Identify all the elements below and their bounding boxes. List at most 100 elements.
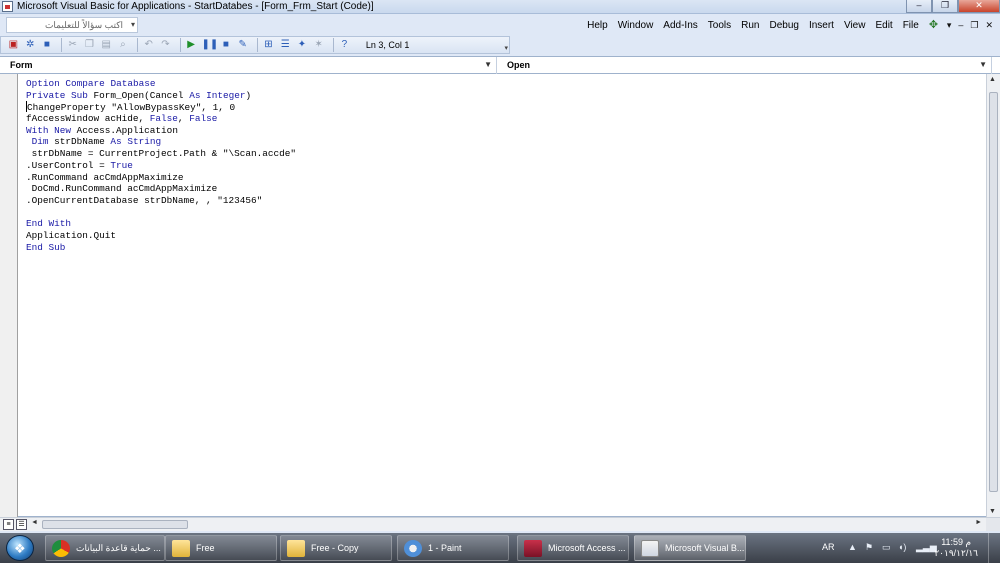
menu-edit[interactable]: Edit (875, 20, 892, 31)
minimize-button[interactable]: – (906, 0, 932, 13)
menu-window[interactable]: Window (618, 20, 654, 31)
task-label: 1 - Paint (428, 543, 462, 553)
menu-help[interactable]: Help (587, 20, 608, 31)
horizontal-scrollbar[interactable]: ≡ ☰ ◄ ► (0, 517, 1000, 531)
scroll-up-icon[interactable]: ▲ (989, 76, 996, 83)
reset-icon[interactable]: ■ (220, 38, 233, 52)
code-line[interactable] (26, 207, 296, 219)
child-minimize-button[interactable]: – (958, 20, 963, 30)
project-explorer-icon[interactable]: ⊞ (262, 38, 275, 52)
chevron-down-icon[interactable]: ▼ (484, 57, 492, 73)
clock[interactable]: 11:59 م ٢٠١٩/١٢/١٦ (934, 537, 978, 559)
task-folder-free-copy[interactable]: Free - Copy (280, 535, 392, 561)
menu-file[interactable]: File (903, 20, 919, 31)
code-line[interactable]: Application.Quit (26, 230, 296, 242)
break-icon[interactable]: ❚❚ (202, 38, 219, 52)
menu-add-ins[interactable]: Add-Ins (663, 20, 697, 31)
task-label: Free (196, 543, 215, 553)
scroll-right-icon[interactable]: ► (975, 519, 982, 526)
ask-question-box[interactable]: اكتب سؤالاً للتعليمات ▾ (6, 17, 138, 33)
object-dropdown[interactable]: Form ▼ (0, 57, 497, 74)
display-icon[interactable]: ▭ (882, 542, 891, 553)
task-label: Microsoft Access ... (548, 543, 626, 553)
menu-tools[interactable]: Tools (708, 20, 731, 31)
code-line[interactable]: ChangeProperty "AllowBypassKey", 1, 0 (26, 101, 296, 113)
folder-icon (287, 540, 305, 557)
procedure-view-icon[interactable]: ≡ (3, 519, 14, 530)
design-mode-icon[interactable]: ✎ (236, 38, 249, 52)
code-line[interactable]: .OpenCurrentDatabase strDbName, , "12345… (26, 195, 296, 207)
code-line[interactable]: .RunCommand acCmdAppMaximize (26, 172, 296, 184)
code-line[interactable]: End With (26, 218, 296, 230)
show-hidden-icons-icon[interactable]: ▲ (848, 542, 857, 552)
start-button[interactable] (6, 535, 34, 561)
code-line[interactable]: With New Access.Application (26, 125, 296, 137)
paint-icon (404, 540, 422, 557)
undo-icon[interactable]: ↶ (142, 38, 155, 52)
run-icon[interactable]: ▶ (185, 38, 198, 52)
task-label: Free - Copy (311, 543, 359, 553)
copy-icon[interactable]: ❐ (83, 38, 96, 52)
restore-button[interactable]: ❐ (932, 0, 958, 13)
cursor-position: Ln 3, Col 1 (365, 40, 410, 50)
task-vba[interactable]: Microsoft Visual B... (634, 535, 746, 561)
menu-insert[interactable]: Insert (809, 20, 834, 31)
code-line[interactable]: .UserControl = True (26, 160, 296, 172)
full-module-view-icon[interactable]: ☰ (16, 519, 27, 530)
code-line[interactable]: Private Sub Form_Open(Cancel As Integer) (26, 90, 296, 102)
cut-icon[interactable]: ✂ (66, 38, 79, 52)
menu-run[interactable]: Run (741, 20, 759, 31)
vertical-scroll-thumb[interactable] (989, 92, 998, 492)
code-line[interactable]: fAccessWindow acHide, False, False (26, 113, 296, 125)
toolbox-icon[interactable]: ✶ (312, 38, 325, 52)
menu-debug[interactable]: Debug (769, 20, 798, 31)
child-menu-arrow[interactable]: ▾ (947, 20, 952, 31)
action-center-icon[interactable]: ⚑ (865, 542, 873, 553)
code-line[interactable]: DoCmd.RunCommand acCmdAppMaximize (26, 183, 296, 195)
horizontal-scroll-thumb[interactable] (42, 520, 188, 529)
insert-module-icon[interactable]: ✲ (24, 38, 37, 52)
macro-security-icon[interactable]: ✥ (929, 19, 941, 31)
object-browser-icon[interactable]: ✦ (296, 38, 309, 52)
clock-time: 11:59 م (941, 537, 972, 547)
code-line[interactable]: Option Compare Database (26, 78, 296, 90)
code-text[interactable]: Option Compare Database Private Sub Form_… (26, 78, 296, 253)
show-desktop-button[interactable] (988, 533, 1000, 563)
margin-indicator-bar[interactable] (0, 74, 18, 517)
redo-icon[interactable]: ↷ (159, 38, 172, 52)
chevron-down-icon[interactable]: ▼ (979, 57, 987, 73)
title-bar: Microsoft Visual Basic for Applications … (0, 0, 1000, 14)
code-line[interactable]: Dim strDbName As String (26, 136, 296, 148)
code-line[interactable]: strDbName = CurrentProject.Path & "\Scan… (26, 148, 296, 160)
view-access-icon[interactable]: ▣ (7, 38, 20, 52)
help-icon[interactable]: ? (338, 38, 351, 52)
toolbar-separator (179, 38, 181, 52)
code-line[interactable]: End Sub (26, 242, 296, 254)
child-restore-button[interactable]: ❐ (970, 20, 978, 31)
properties-window-icon[interactable]: ☰ (279, 38, 292, 52)
menu-view[interactable]: View (844, 20, 866, 31)
scroll-left-icon[interactable]: ◄ (31, 519, 38, 526)
task-paint[interactable]: 1 - Paint (397, 535, 509, 561)
chrome-icon (52, 540, 70, 557)
task-folder-free[interactable]: Free (165, 535, 277, 561)
language-indicator[interactable]: AR (822, 542, 835, 552)
close-button[interactable]: ✕ (958, 0, 1000, 13)
vertical-scrollbar[interactable]: ▲ ▼ (986, 74, 1000, 517)
size-grip (986, 518, 1000, 531)
toolbar-separator (137, 38, 139, 52)
chevron-down-icon[interactable]: ▾ (131, 18, 135, 32)
save-icon[interactable]: ■ (41, 38, 54, 52)
find-icon[interactable]: ⌕ (117, 38, 130, 52)
paste-icon[interactable]: ▤ (100, 38, 113, 52)
scroll-down-icon[interactable]: ▼ (989, 508, 996, 515)
vba-app-icon[interactable] (2, 1, 13, 12)
volume-icon[interactable]: ◖) (898, 542, 906, 552)
toolbar-options-icon[interactable]: ▾ (504, 44, 508, 52)
procedure-dropdown[interactable]: Open ▼ (500, 57, 992, 74)
task-access[interactable]: Microsoft Access ... (517, 535, 629, 561)
task-chrome[interactable]: حماية قاعدة البيانات ... (45, 535, 165, 561)
code-editor[interactable]: Option Compare Database Private Sub Form_… (0, 74, 1000, 517)
text-caret (26, 101, 27, 113)
child-close-button[interactable]: ✕ (985, 20, 993, 31)
